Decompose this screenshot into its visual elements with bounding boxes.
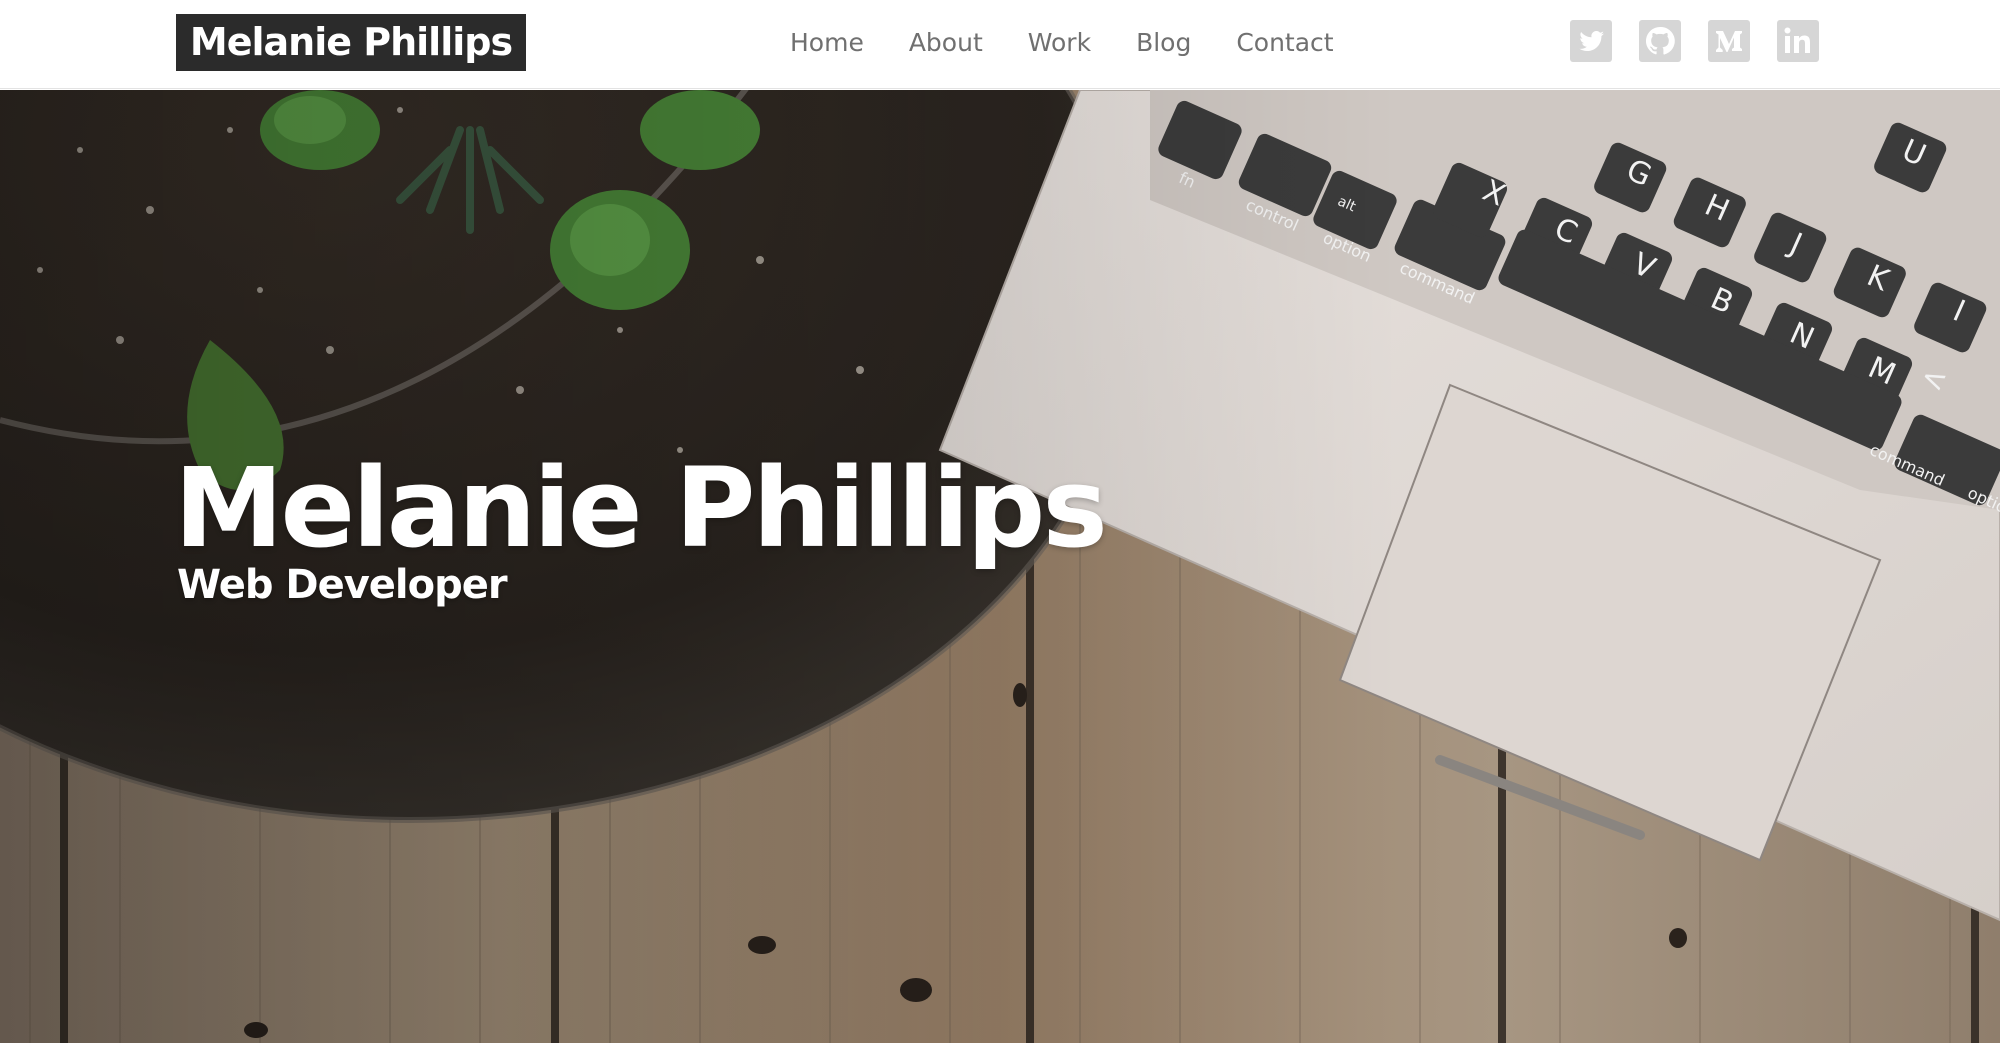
site-logo[interactable]: Melanie Phillips — [176, 14, 526, 71]
main-nav: Home About Work Blog Contact — [790, 0, 1379, 86]
hero-section: fncontrolaltoptioncommandXCVBNMGHJKUI<co… — [0, 90, 2000, 1043]
nav-work-link[interactable]: Work — [1028, 0, 1091, 86]
medium-icon[interactable] — [1708, 20, 1750, 62]
twitter-icon[interactable] — [1570, 20, 1612, 62]
nav-about-link[interactable]: About — [909, 0, 983, 86]
site-header: Melanie Phillips Home About Work Blog Co… — [0, 0, 2000, 89]
nav-blog-link[interactable]: Blog — [1136, 0, 1191, 86]
github-icon[interactable] — [1639, 20, 1681, 62]
social-links — [1570, 20, 1846, 62]
linkedin-icon[interactable] — [1777, 20, 1819, 62]
hero-subtitle: Web Developer — [177, 562, 508, 608]
nav-contact-link[interactable]: Contact — [1236, 0, 1333, 86]
nav-home-link[interactable]: Home — [790, 0, 864, 86]
